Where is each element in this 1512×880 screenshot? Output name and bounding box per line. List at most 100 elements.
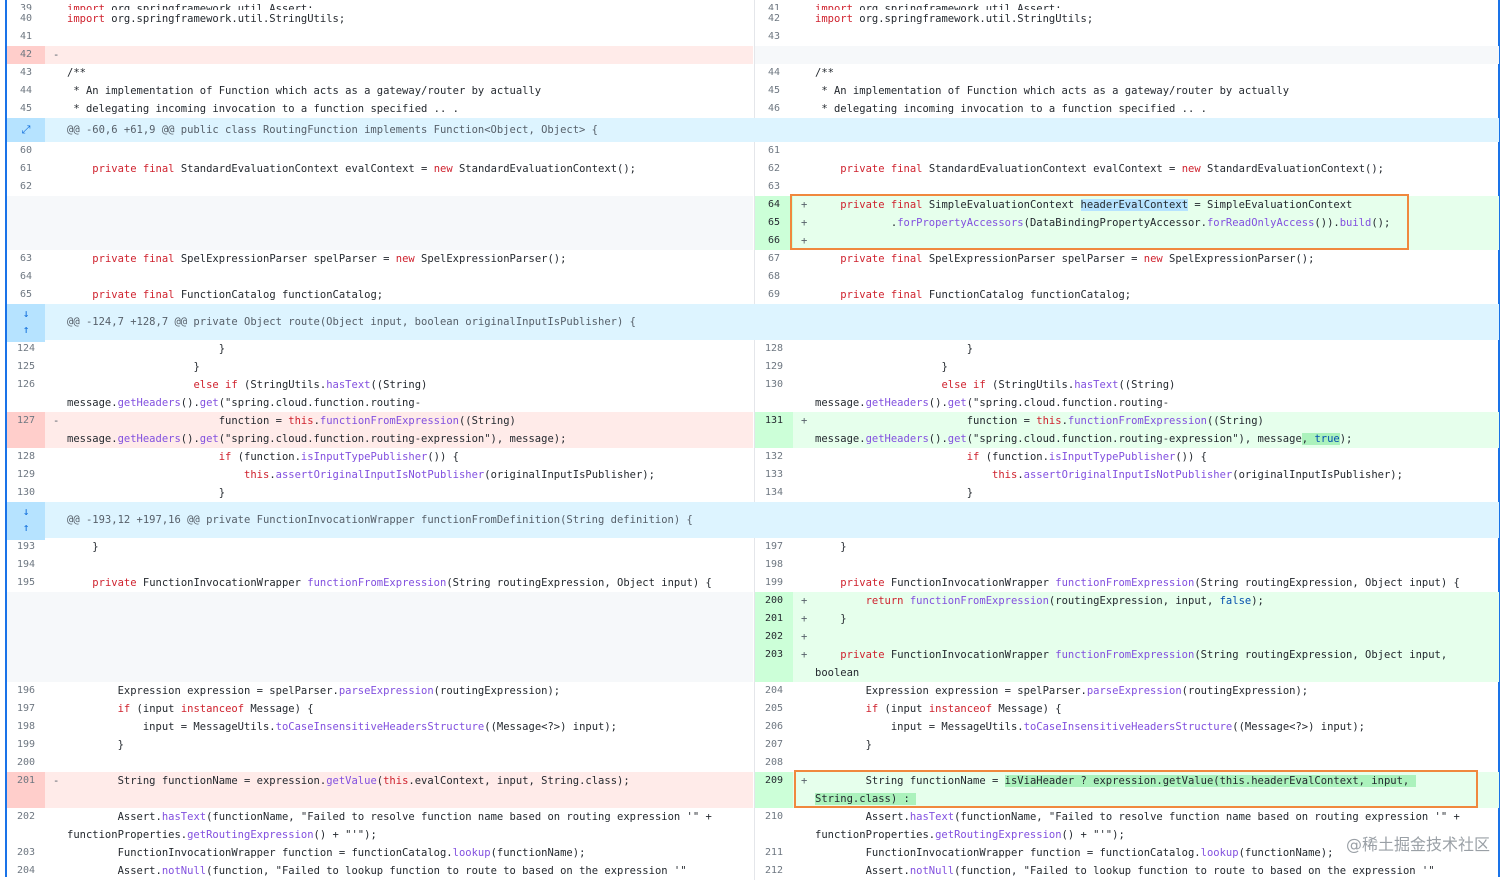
line-number[interactable]: 62 [755, 160, 793, 178]
line-number[interactable]: 130 [7, 484, 45, 502]
line-number[interactable]: 199 [7, 736, 45, 754]
line-number[interactable]: 206 [755, 718, 793, 736]
line-number[interactable]: 127 [7, 412, 45, 448]
addition-marker: + [801, 415, 808, 427]
line-number[interactable]: 125 [7, 358, 45, 376]
line-number[interactable]: 69 [755, 286, 793, 304]
line-number[interactable]: 201 [7, 772, 45, 808]
line-number[interactable]: 204 [7, 862, 45, 880]
code-text: } [67, 361, 200, 373]
line-number[interactable]: 65 [7, 286, 45, 304]
code-line: import org.springframework.util.Assert; [67, 0, 745, 10]
line-number[interactable]: 130 [755, 376, 793, 412]
code-line: ​ [67, 178, 745, 196]
line-number[interactable]: 61 [755, 142, 793, 160]
line-number[interactable]: 60 [7, 142, 45, 160]
line-number[interactable]: 205 [755, 700, 793, 718]
line-number[interactable]: 41 [7, 28, 45, 46]
line-number[interactable]: 43 [755, 28, 793, 46]
line-number[interactable] [7, 592, 45, 610]
diff-row: 43 /** 44 /** [7, 64, 1499, 82]
line-number[interactable]: 66 [755, 232, 793, 250]
line-number[interactable]: 134 [755, 484, 793, 502]
line-number[interactable]: 131 [755, 412, 793, 448]
line-number[interactable]: 62 [7, 178, 45, 196]
line-number[interactable]: 124 [7, 340, 45, 358]
line-number[interactable]: 198 [755, 556, 793, 574]
diff-row: 199 } 207 } [7, 736, 1499, 754]
diff-row: 195 private FunctionInvocationWrapper fu… [7, 574, 1499, 592]
line-number[interactable]: 65 [755, 214, 793, 232]
line-number[interactable]: 41 [755, 0, 793, 10]
line-number[interactable]: 64 [755, 196, 793, 214]
line-number[interactable] [7, 196, 45, 214]
line-number[interactable]: 44 [755, 64, 793, 82]
line-number[interactable]: 212 [755, 862, 793, 880]
line-number[interactable] [7, 232, 45, 250]
line-number[interactable]: 63 [7, 250, 45, 268]
line-number[interactable]: 200 [7, 754, 45, 772]
line-number[interactable] [7, 646, 45, 682]
line-number[interactable] [7, 214, 45, 232]
addition-marker: + [801, 649, 808, 661]
line-number[interactable]: 128 [755, 340, 793, 358]
line-number[interactable]: 195 [7, 574, 45, 592]
code-line: ​ [67, 754, 745, 772]
expand-icon[interactable]: ↓ ↑ [7, 502, 45, 540]
line-number[interactable]: 199 [755, 574, 793, 592]
expand-icon[interactable]: ⤢ [7, 118, 45, 142]
line-number[interactable]: 44 [7, 82, 45, 100]
line-number[interactable]: 203 [755, 646, 793, 682]
line-number[interactable]: 200 [755, 592, 793, 610]
line-number[interactable]: 129 [755, 358, 793, 376]
code-line: * An implementation of Function which ac… [815, 82, 1491, 100]
line-number[interactable]: 45 [7, 100, 45, 118]
line-number[interactable]: 198 [7, 718, 45, 736]
line-number[interactable]: 207 [755, 736, 793, 754]
line-number[interactable] [755, 46, 793, 64]
line-number[interactable]: 42 [7, 46, 45, 64]
diff-row: 194 ​ 198 ​ [7, 556, 1499, 574]
line-number[interactable]: 68 [755, 268, 793, 286]
line-number[interactable]: 194 [7, 556, 45, 574]
line-number[interactable]: 61 [7, 160, 45, 178]
addition-marker: + [801, 595, 808, 607]
line-number[interactable]: 201 [755, 610, 793, 628]
line-number[interactable]: 46 [755, 100, 793, 118]
right-pane: 45 * An implementation of Function which… [754, 82, 1499, 100]
line-number[interactable]: 43 [7, 64, 45, 82]
line-number[interactable]: 197 [7, 700, 45, 718]
line-number[interactable]: 45 [755, 82, 793, 100]
line-number[interactable]: 129 [7, 466, 45, 484]
line-number[interactable]: 209 [755, 772, 793, 808]
right-pane: 201 + } [754, 610, 1499, 628]
line-number[interactable]: 208 [755, 754, 793, 772]
line-number[interactable]: 193 [7, 538, 45, 556]
line-number[interactable]: 197 [755, 538, 793, 556]
line-number[interactable]: 204 [755, 682, 793, 700]
line-number[interactable]: 196 [7, 682, 45, 700]
right-pane: 44 /** [754, 64, 1499, 82]
line-number[interactable]: 64 [7, 268, 45, 286]
line-number[interactable]: 39 [7, 0, 45, 10]
right-pane: 61 ​ [754, 142, 1499, 160]
line-number[interactable]: 42 [755, 10, 793, 28]
line-number[interactable]: 67 [755, 250, 793, 268]
code-text: ​ [67, 142, 745, 160]
line-number[interactable] [7, 610, 45, 628]
line-number[interactable]: 203 [7, 844, 45, 862]
line-number[interactable]: 128 [7, 448, 45, 466]
line-number[interactable]: 202 [7, 808, 45, 844]
code-text: ​ [67, 754, 745, 772]
line-number[interactable]: 63 [755, 178, 793, 196]
line-number[interactable]: 40 [7, 10, 45, 28]
line-number[interactable]: 211 [755, 844, 793, 862]
line-number[interactable]: 202 [755, 628, 793, 646]
line-number[interactable]: 210 [755, 808, 793, 844]
line-number[interactable] [7, 628, 45, 646]
line-number[interactable]: 126 [7, 376, 45, 412]
expand-icon[interactable]: ↓ ↑ [7, 304, 45, 342]
line-number[interactable]: 133 [755, 466, 793, 484]
line-number[interactable]: 132 [755, 448, 793, 466]
code-text: * An implementation of Function which ac… [815, 85, 1290, 97]
